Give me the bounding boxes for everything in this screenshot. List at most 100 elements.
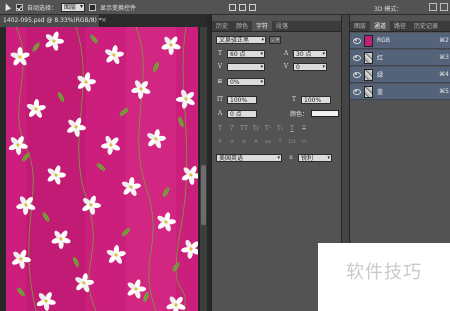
document-tab[interactable]: 1402-095.psd @ 8.33%(RGB/8) * <box>0 15 102 27</box>
horizontal-scale-icon: T <box>291 96 296 103</box>
tab-layers[interactable]: 图层 <box>350 21 370 31</box>
3d-rotate-icon[interactable] <box>429 3 437 11</box>
opentype-buttons: fi σ st A aa T 1st ½ <box>216 139 308 146</box>
channel-thumbnail <box>364 34 373 47</box>
horizontal-scale-field[interactable]: 100% <box>301 96 331 104</box>
close-icon[interactable]: × <box>101 17 108 24</box>
3d-roll-icon[interactable] <box>440 3 448 11</box>
visibility-eye-icon[interactable] <box>352 53 361 62</box>
ordinals-button[interactable]: 1st <box>288 139 296 146</box>
channel-name: 红 <box>377 55 384 62</box>
font-size-field[interactable]: 60 点 <box>227 50 265 58</box>
channel-thumbnail <box>364 85 373 98</box>
tsume-icon: ⊞ <box>217 78 223 85</box>
channel-row-blue[interactable]: 蓝 ⌘5 <box>350 84 450 100</box>
channel-name: 蓝 <box>377 89 384 96</box>
visibility-eye-icon[interactable] <box>352 87 361 96</box>
show-transform-checkbox[interactable] <box>89 3 97 11</box>
channels-panel-tabs: 图层 通道 路径 历史记录 <box>350 21 450 32</box>
superscript-button[interactable]: T¹ <box>264 125 272 133</box>
watermark-text: 软件技巧 <box>346 262 422 283</box>
language-antialias-row: 美国英语 a 锐利 <box>216 154 332 162</box>
move-tool-icon[interactable] <box>2 2 12 12</box>
ligatures-button[interactable]: fi <box>216 139 224 146</box>
tab-history-log[interactable]: 历史记录 <box>410 21 442 31</box>
baseline-color-row: A 0 点 颜色： <box>216 109 340 118</box>
show-transform-label: 显示变换控件 <box>100 4 137 12</box>
tracking-field[interactable]: 0 <box>293 63 327 71</box>
text-color-swatch[interactable] <box>311 110 340 117</box>
align-top-icon[interactable] <box>228 3 237 11</box>
channel-name: RGB <box>377 37 390 44</box>
size-leading-row: T 60 点 A 30 点 <box>216 50 327 58</box>
channel-shortcut: ⌘3 <box>439 54 449 61</box>
channel-shortcut: ⌘2 <box>439 37 449 44</box>
old-style-button[interactable]: σ <box>228 139 236 146</box>
channel-row-rgb[interactable]: RGB ⌘2 <box>350 33 450 49</box>
strikethrough-button[interactable]: T <box>300 125 308 133</box>
character-panel-tabs: 历史 颜色 字符 段落 <box>212 21 342 32</box>
antialias-dropdown[interactable]: 锐利 <box>298 154 332 162</box>
swash-button[interactable]: A <box>252 139 260 146</box>
scale-row: IT 100% T 100% <box>216 96 331 104</box>
baseline-shift-icon: A <box>217 109 223 117</box>
scrollbar-thumb[interactable] <box>201 165 206 225</box>
align-buttons <box>228 3 257 11</box>
channel-row-green[interactable]: 绿 ⌘4 <box>350 67 450 83</box>
align-bottom-icon[interactable] <box>248 3 257 11</box>
kerning-field[interactable] <box>227 63 265 71</box>
document-tab-bar: 1402-095.psd @ 8.33%(RGB/8) * × <box>0 15 210 27</box>
subscript-button[interactable]: T₁ <box>276 125 284 133</box>
faux-bold-button[interactable]: T <box>216 125 224 133</box>
auto-select-checkbox[interactable] <box>16 3 23 11</box>
vertical-scrollbar[interactable] <box>199 27 207 311</box>
tab-paragraph[interactable]: 段落 <box>272 21 292 31</box>
visibility-eye-icon[interactable] <box>352 70 361 79</box>
titling-alternates-button[interactable]: T <box>276 139 284 146</box>
tab-character[interactable]: 字符 <box>252 21 273 31</box>
channel-thumbnail <box>364 68 373 81</box>
align-middle-icon[interactable] <box>238 3 247 11</box>
font-family-dropdown[interactable]: 文泉驿正黑 <box>216 36 266 44</box>
stylistic-alternates-button[interactable]: aa <box>264 139 272 146</box>
tsume-field[interactable]: 0% <box>227 78 265 86</box>
tab-paths[interactable]: 路径 <box>390 21 410 31</box>
font-size-icon: T <box>217 50 222 57</box>
channel-thumbnail <box>364 51 373 64</box>
faux-italic-button[interactable]: T <box>228 125 236 133</box>
channel-name: 绿 <box>377 72 384 79</box>
auto-select-dropdown[interactable]: 图层 <box>61 2 86 12</box>
small-caps-button[interactable]: Tr <box>252 125 260 133</box>
color-label: 颜色： <box>290 111 309 118</box>
language-dropdown[interactable]: 美国英语 <box>216 154 282 162</box>
leading-field[interactable]: 30 点 <box>293 50 327 58</box>
auto-select-label: 自动选择： <box>27 4 58 12</box>
baseline-shift-field[interactable]: 0 点 <box>227 109 257 118</box>
vertical-scale-icon: IT <box>216 96 224 103</box>
vertical-scale-field[interactable]: 100% <box>227 96 257 104</box>
floral-pattern-image <box>6 27 198 311</box>
all-caps-button[interactable]: TT <box>240 125 248 133</box>
kerning-icon: V <box>217 63 223 70</box>
channel-row-red[interactable]: 红 ⌘3 <box>350 50 450 66</box>
channel-shortcut: ⌘5 <box>439 88 449 95</box>
antialias-icon: a <box>289 154 293 161</box>
scale-percent-row: ⊞ 0% <box>216 78 265 86</box>
channel-shortcut: ⌘4 <box>439 71 449 78</box>
mode-3d-label: 3D 模式： <box>374 6 403 13</box>
fractions-button[interactable]: ½ <box>300 139 308 146</box>
tracking-icon: V <box>283 63 289 70</box>
tab-color[interactable]: 颜色 <box>232 21 252 31</box>
underline-button[interactable]: T <box>288 125 296 133</box>
tab-history[interactable]: 历史 <box>212 21 232 31</box>
discretionary-ligatures-button[interactable]: st <box>240 139 248 146</box>
canvas-artwork[interactable] <box>6 27 198 311</box>
font-style-dropdown[interactable]: - <box>269 36 281 44</box>
3d-mode-buttons <box>429 3 448 11</box>
tab-channels[interactable]: 通道 <box>370 21 391 31</box>
visibility-eye-icon[interactable] <box>352 36 361 45</box>
leading-icon: A <box>283 50 289 57</box>
font-row: 文泉驿正黑 - <box>216 36 281 44</box>
type-style-buttons: T T TT Tr T¹ T₁ T T <box>216 125 308 133</box>
kerning-tracking-row: V V 0 <box>216 63 327 71</box>
